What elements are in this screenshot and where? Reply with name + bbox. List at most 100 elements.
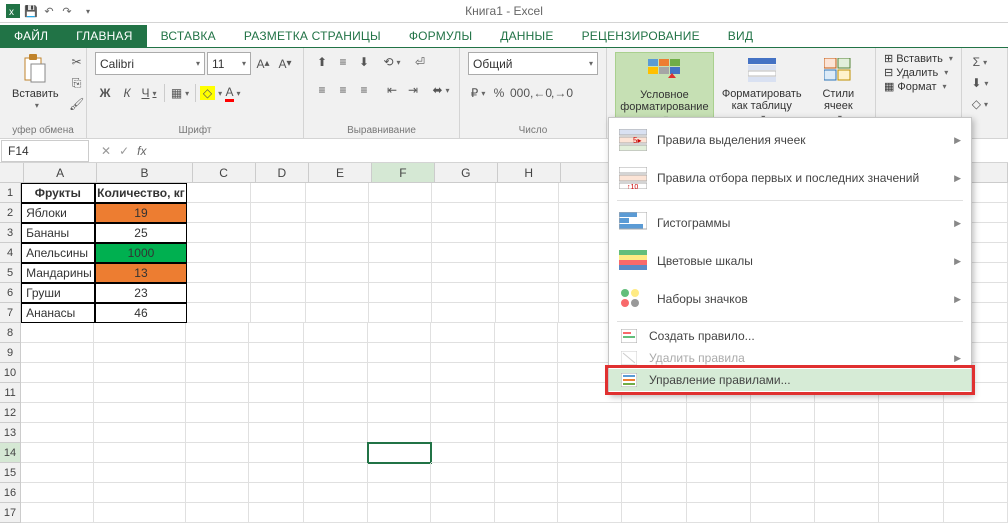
fx-icon[interactable]: fх xyxy=(137,144,146,158)
cell[interactable] xyxy=(369,303,432,323)
cell[interactable] xyxy=(495,423,558,443)
row-header[interactable]: 5 xyxy=(0,263,21,283)
cell[interactable] xyxy=(558,443,622,463)
menu-top-bottom[interactable]: ↑10 Правила отбора первых и последних зн… xyxy=(609,159,971,197)
row-header[interactable]: 15 xyxy=(0,463,21,483)
cell[interactable] xyxy=(495,503,558,523)
cell[interactable] xyxy=(431,483,494,503)
row-header[interactable]: 7 xyxy=(0,303,21,323)
menu-new-rule[interactable]: Создать правило... xyxy=(609,325,971,347)
cell[interactable] xyxy=(751,483,815,503)
cell[interactable] xyxy=(306,283,369,303)
cell[interactable] xyxy=(687,423,751,443)
cell[interactable] xyxy=(815,483,879,503)
cell[interactable] xyxy=(496,203,559,223)
row-header[interactable]: 12 xyxy=(0,403,21,423)
row-header[interactable]: 16 xyxy=(0,483,21,503)
cell[interactable] xyxy=(304,383,367,403)
format-cells-button[interactable]: ▦Формат▾ xyxy=(884,80,953,93)
cell[interactable] xyxy=(94,423,186,443)
cell[interactable] xyxy=(431,363,494,383)
cell[interactable] xyxy=(495,483,558,503)
cell[interactable] xyxy=(186,403,249,423)
cell[interactable]: Груши xyxy=(21,283,95,303)
name-box[interactable]: F14 xyxy=(1,140,89,162)
cell[interactable] xyxy=(879,403,943,423)
cell[interactable] xyxy=(21,343,94,363)
row-header[interactable]: 13 xyxy=(0,423,21,443)
cell[interactable] xyxy=(622,423,686,443)
cell[interactable] xyxy=(432,203,495,223)
conditional-formatting-button[interactable]: Условное форматирование▾ xyxy=(615,52,714,127)
cell[interactable] xyxy=(495,343,558,363)
cell[interactable] xyxy=(251,243,306,263)
cell[interactable] xyxy=(622,403,686,423)
cell[interactable] xyxy=(431,403,494,423)
cell[interactable] xyxy=(496,263,559,283)
cell[interactable] xyxy=(368,503,431,523)
row-header[interactable]: 8 xyxy=(0,323,21,343)
format-painter-icon[interactable]: 🖌 xyxy=(67,94,87,114)
cell[interactable] xyxy=(94,463,186,483)
cell[interactable] xyxy=(306,183,369,203)
cell[interactable]: 13 xyxy=(95,263,188,283)
cell[interactable] xyxy=(432,223,495,243)
cell[interactable] xyxy=(431,463,494,483)
cell[interactable] xyxy=(306,223,369,243)
cell[interactable] xyxy=(431,443,494,463)
cell[interactable] xyxy=(369,263,432,283)
row-header[interactable]: 9 xyxy=(0,343,21,363)
cell[interactable] xyxy=(186,483,249,503)
cell[interactable] xyxy=(304,483,367,503)
cell[interactable] xyxy=(94,323,186,343)
cell[interactable] xyxy=(368,463,431,483)
cell[interactable] xyxy=(186,443,249,463)
wrap-text-icon[interactable]: ⏎ xyxy=(410,52,430,72)
cell[interactable] xyxy=(879,463,943,483)
align-bottom-icon[interactable]: ⬇ xyxy=(354,52,374,72)
cell[interactable] xyxy=(251,223,306,243)
cell[interactable] xyxy=(21,363,94,383)
cell[interactable] xyxy=(368,403,431,423)
cell[interactable] xyxy=(622,443,686,463)
cell[interactable] xyxy=(751,443,815,463)
cell[interactable] xyxy=(304,463,367,483)
cell[interactable] xyxy=(21,323,94,343)
cell[interactable] xyxy=(432,263,495,283)
tab-layout[interactable]: РАЗМЕТКА СТРАНИЦЫ xyxy=(230,25,395,47)
cell[interactable] xyxy=(251,263,306,283)
cell[interactable] xyxy=(368,383,431,403)
clear-icon[interactable]: ◇▾ xyxy=(970,94,990,114)
insert-cells-button[interactable]: ⊞Вставить▾ xyxy=(884,52,953,65)
col-header[interactable]: A xyxy=(24,163,97,183)
select-all-corner[interactable] xyxy=(0,163,24,183)
cell[interactable] xyxy=(306,243,369,263)
cell[interactable] xyxy=(251,203,306,223)
qat-dropdown-icon[interactable]: ▾ xyxy=(81,4,95,18)
shrink-font-icon[interactable]: A▾ xyxy=(275,54,295,74)
cell[interactable]: 46 xyxy=(95,303,188,323)
cell[interactable] xyxy=(304,323,367,343)
cell[interactable] xyxy=(558,483,622,503)
cell[interactable] xyxy=(304,423,367,443)
cell[interactable] xyxy=(622,503,686,523)
cell[interactable] xyxy=(187,283,250,303)
cell[interactable] xyxy=(944,483,1008,503)
cell[interactable] xyxy=(432,303,495,323)
tab-review[interactable]: РЕЦЕНЗИРОВАНИЕ xyxy=(568,25,714,47)
cell[interactable] xyxy=(495,463,558,483)
cell[interactable] xyxy=(21,503,94,523)
cell-styles-button[interactable]: Стили ячеек▾ xyxy=(810,52,867,125)
cell[interactable] xyxy=(251,303,306,323)
cell[interactable] xyxy=(368,323,431,343)
cell[interactable] xyxy=(368,443,431,463)
number-format-combo[interactable]: Общий▾ xyxy=(468,52,598,75)
cell[interactable]: Бананы xyxy=(21,223,95,243)
cell[interactable] xyxy=(431,323,494,343)
tab-insert[interactable]: ВСТАВКА xyxy=(147,25,230,47)
cell[interactable] xyxy=(186,383,249,403)
cell[interactable] xyxy=(304,343,367,363)
cell[interactable] xyxy=(431,343,494,363)
cell[interactable] xyxy=(558,403,622,423)
align-middle-icon[interactable]: ≡ xyxy=(333,52,353,72)
